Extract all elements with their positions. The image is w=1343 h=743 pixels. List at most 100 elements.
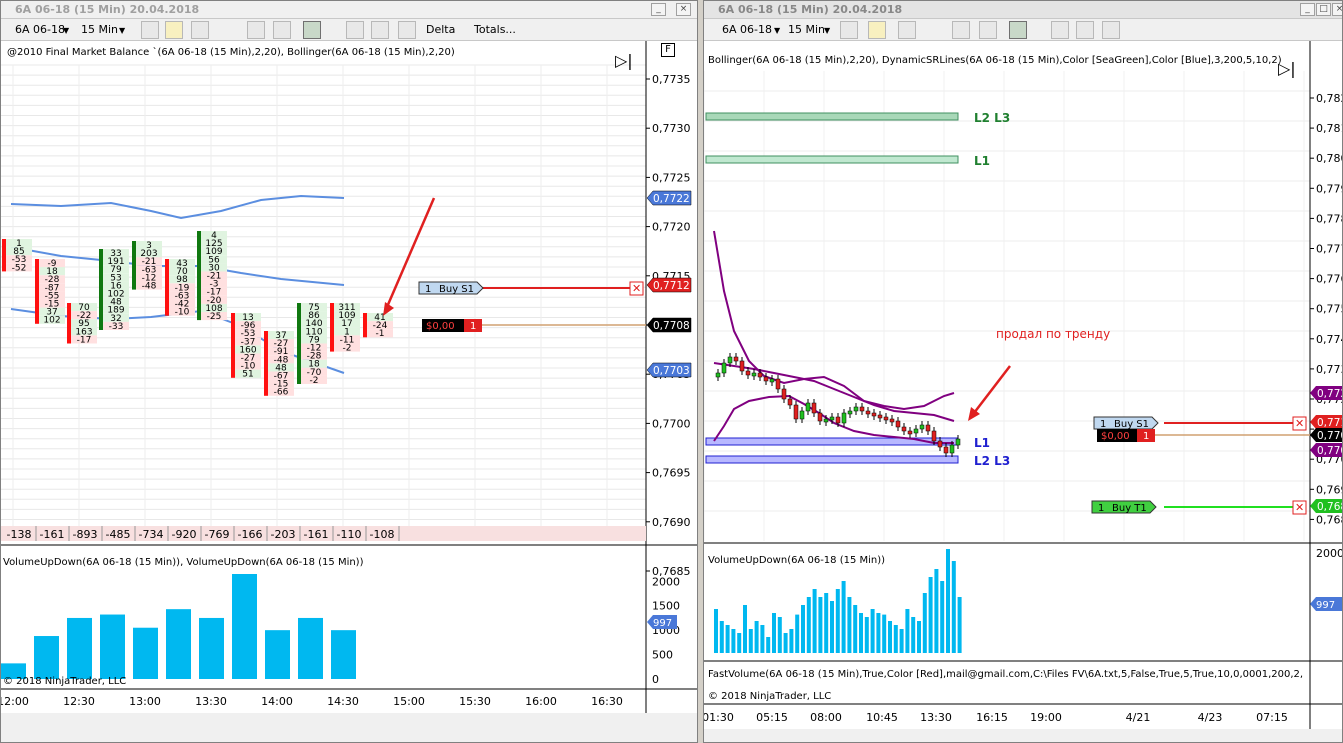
scroll-icon[interactable]: ▷| <box>1278 59 1296 78</box>
volume-bar <box>940 581 945 653</box>
volume-bar <box>876 613 881 653</box>
candle-body <box>733 356 739 362</box>
price-tag-label: 0,770 <box>1317 430 1343 442</box>
time-tick-label: 14:00 <box>261 695 293 708</box>
candle-body <box>895 420 901 428</box>
time-tick-label: 4/21 <box>1126 711 1151 724</box>
delta-value: -166 <box>238 528 263 541</box>
candle-body <box>745 370 751 376</box>
left-chart-canvas[interactable]: 0,77350,77300,77250,77200,77150,77100,77… <box>1 1 698 743</box>
volume-bar <box>67 617 92 679</box>
candle-body <box>363 313 367 338</box>
candle-body <box>925 424 931 432</box>
candle-body <box>901 426 907 432</box>
volume-bar <box>34 636 59 679</box>
delta-value: -203 <box>271 528 296 541</box>
candle-body <box>811 402 817 414</box>
candle-body <box>805 402 811 412</box>
right-chart-canvas[interactable]: 0,782 0,781 0,780 0,779 0,778 0,777 0,776 0,775… <box>704 1 1343 743</box>
time-tick-label: 13:30 <box>920 711 952 724</box>
price-tick-label: 0,7700 <box>652 417 691 430</box>
volume-tick-label: 2000 <box>652 575 680 588</box>
volume-bar <box>951 561 956 653</box>
left-chart-window: 6A 06-18 (15 Min) 20.04.2018 _ × 6A 06-1… <box>0 0 698 743</box>
volume-bar <box>917 621 921 653</box>
price-tick-label: 0,780 <box>1316 152 1343 165</box>
footprint-value: -66 <box>274 388 289 398</box>
candle-body <box>931 430 937 442</box>
volume-bar <box>772 613 776 653</box>
candle-body <box>937 440 943 448</box>
volume-bar <box>922 593 927 653</box>
volume-bar <box>795 614 800 653</box>
candle-body <box>769 378 775 383</box>
left-f-button[interactable]: F <box>661 43 675 57</box>
volume-tag-label: 997 <box>653 618 672 629</box>
candle-body <box>847 410 853 415</box>
candle-body <box>2 239 6 272</box>
candle-body <box>913 428 919 434</box>
volume-bar <box>934 569 939 653</box>
price-tag-label: 0,7722 <box>653 193 690 205</box>
candle-body <box>67 303 71 344</box>
order-label: Buy T1 <box>1112 503 1147 514</box>
left-volume-label: VolumeUpDown(6A 06-18 (15 Min)), VolumeU… <box>3 557 364 568</box>
close-icon: ✕ <box>1295 501 1304 514</box>
volume-bar <box>870 609 875 653</box>
right-indicator-label: Bollinger(6A 06-18 (15 Min),2,20), Dynam… <box>708 55 1282 66</box>
volume-bar <box>864 617 869 653</box>
candle-body <box>859 406 865 412</box>
bollinger-upper-line <box>10 194 345 220</box>
volume-bar <box>847 597 852 653</box>
candle-body <box>853 406 859 412</box>
price-tick-label: 0,7735 <box>652 73 691 86</box>
volume-tag-label: 997 <box>1316 600 1335 611</box>
pnl-value: $0,00 <box>1101 431 1130 442</box>
volume-bar <box>133 627 158 679</box>
price-tag-label: 0,7703 <box>653 365 690 377</box>
level-label: L1 <box>974 154 990 168</box>
footprint-value: -2 <box>310 376 319 386</box>
scroll-icon[interactable]: ▷| <box>615 51 633 70</box>
volume-bar <box>830 601 834 653</box>
time-tick-label: 13:00 <box>129 695 161 708</box>
resistance-line-l1 <box>705 155 959 164</box>
time-tick-label: 10:45 <box>866 711 898 724</box>
footprint-value: 102 <box>43 316 60 326</box>
delta-value: -893 <box>73 528 98 541</box>
time-tick-label: 12:30 <box>63 695 95 708</box>
volume-tick-label: 2000 <box>1316 547 1343 560</box>
footprint-value: -1 <box>376 329 385 339</box>
candle-body <box>739 360 745 372</box>
time-tick-label: 08:00 <box>810 711 842 724</box>
order-qty: 1 <box>425 284 431 295</box>
candle-body <box>907 430 913 435</box>
delta-value: -161 <box>40 528 65 541</box>
candle-body <box>781 388 787 400</box>
volume-bar <box>100 614 125 679</box>
volume-bar <box>748 629 753 653</box>
candle-body <box>841 412 847 424</box>
candle-body <box>197 231 201 321</box>
candle-body <box>787 398 793 406</box>
resistance-line-l2 <box>705 112 959 121</box>
candle-body <box>943 446 949 454</box>
price-tag-label: 0,772 <box>1317 388 1343 400</box>
candle-body <box>763 376 769 382</box>
price-tick-label: 0,774 <box>1316 333 1343 346</box>
right-volume-label: VolumeUpDown(6A 06-18 (15 Min)) <box>708 555 886 566</box>
volume-bar <box>265 630 290 679</box>
support-line-l1 <box>705 437 959 446</box>
delta-value: -485 <box>106 528 131 541</box>
time-tick-label: 07:15 <box>1256 711 1288 724</box>
price-tick-label: 0,769 <box>1316 483 1343 496</box>
volume-bar <box>766 637 771 653</box>
volume-bar <box>911 617 916 653</box>
volume-bar <box>719 621 724 653</box>
footprint-value: -33 <box>109 322 124 332</box>
price-tick-label: 0,776 <box>1316 273 1343 286</box>
candle-body <box>727 356 733 364</box>
footprint-value: -17 <box>77 335 92 345</box>
candle-body <box>297 303 301 384</box>
candle-body <box>949 444 955 454</box>
